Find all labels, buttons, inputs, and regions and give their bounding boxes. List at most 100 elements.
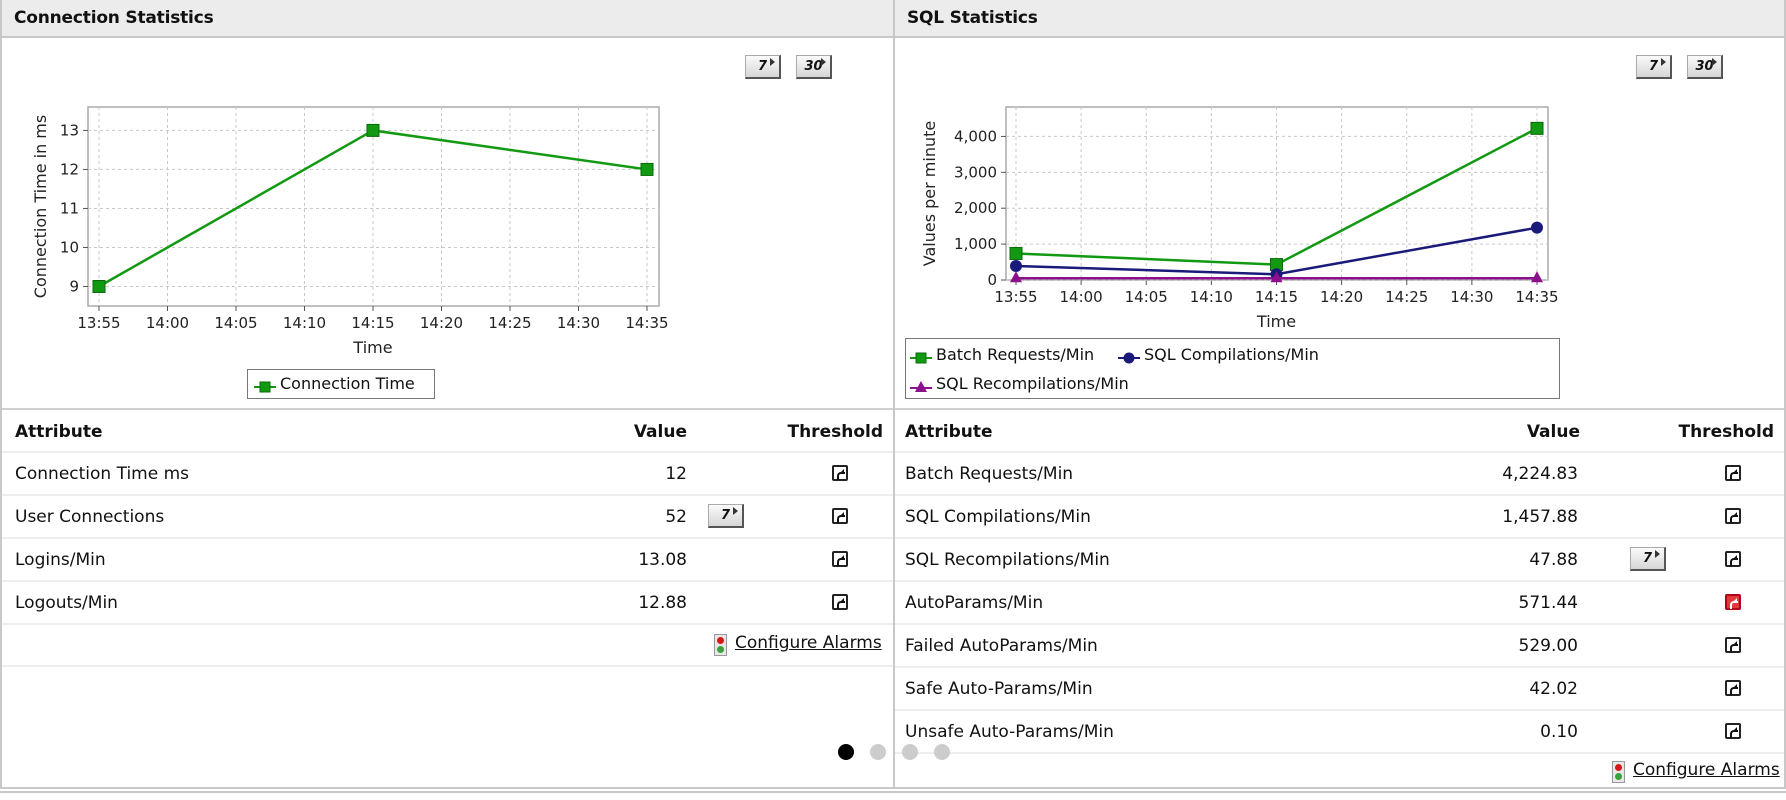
section-divider (895, 408, 1784, 410)
configure-alarms-link[interactable]: Configure Alarms (1633, 760, 1780, 780)
data-point (1530, 121, 1544, 135)
data-point (1531, 221, 1543, 234)
attribute-name: User Connections (15, 507, 165, 527)
attribute-name: Safe Auto-Params/Min (905, 679, 1093, 699)
table-row: Safe Auto-Params/Min 42.02 (895, 667, 1784, 710)
header-attribute: Attribute (905, 422, 993, 442)
threshold-edit-icon[interactable] (832, 594, 848, 610)
y-tick-label: 3,000 (954, 163, 997, 181)
pagination-dot[interactable] (934, 744, 950, 760)
row-divider (2, 665, 893, 667)
y-axis-label: Connection Time in ms (31, 115, 50, 298)
legend-label: SQL Compilations/Min (1144, 345, 1319, 364)
connection-statistics-panel: Connection Statistics 7 30 13:55 14:00 14:… (0, 0, 893, 790)
x-tick-label: 14:30 (1450, 288, 1493, 306)
table-row: Connection Time ms 12 (2, 452, 893, 495)
attribute-value: 529.00 (1518, 636, 1578, 656)
attribute-value: 52 (665, 507, 687, 527)
attribute-value: 571.44 (1518, 593, 1578, 613)
x-tick-label: 14:25 (488, 314, 531, 332)
threshold-edit-icon[interactable] (832, 465, 848, 481)
traffic-light-icon (714, 634, 727, 656)
legend-item-sql-recompilations: SQL Recompilations/Min (910, 374, 1129, 393)
y-tick-label: 11 (60, 199, 79, 217)
x-tick-label: 14:15 (351, 314, 394, 332)
attribute-value: 4,224.83 (1502, 464, 1578, 484)
header-threshold: Threshold (787, 422, 883, 442)
threshold-edit-icon[interactable] (1725, 723, 1741, 739)
attribute-name: Unsafe Auto-Params/Min (905, 722, 1114, 742)
table-row: Batch Requests/Min 4,224.83 (895, 452, 1784, 495)
y-tick-label: 4,000 (954, 127, 997, 145)
attribute-value: 42.02 (1529, 679, 1578, 699)
x-tick-label: 14:15 (1255, 288, 1298, 306)
section-divider (2, 408, 893, 410)
threshold-edit-icon[interactable] (1725, 508, 1741, 524)
attribute-value: 13.08 (638, 550, 687, 570)
attribute-name: Batch Requests/Min (905, 464, 1074, 484)
x-tick-label: 13:55 (77, 314, 120, 332)
x-tick-label: 14:20 (1320, 288, 1363, 306)
attribute-value: 12.88 (638, 593, 687, 613)
header-value: Value (1526, 422, 1580, 442)
x-tick-label: 13:55 (994, 288, 1037, 306)
data-point (1009, 246, 1023, 260)
sql-statistics-panel: SQL Statistics 7 30 13:55 14:00 14:05 14:10… (893, 0, 1786, 790)
table-row: SQL Compilations/Min 1,457.88 (895, 495, 1784, 538)
data-point (1010, 260, 1022, 273)
y-tick-label: 13 (60, 121, 79, 139)
x-tick-label: 14:00 (1060, 288, 1103, 306)
y-tick-label: 9 (69, 277, 79, 295)
pagination-dot[interactable] (838, 744, 854, 760)
header-attribute: Attribute (15, 422, 103, 442)
threshold-edit-icon[interactable] (1725, 551, 1741, 567)
threshold-edit-icon[interactable] (832, 551, 848, 567)
table-row: Logouts/Min 12.88 (2, 581, 893, 624)
attribute-name: Connection Time ms (15, 464, 190, 484)
pagination-dot[interactable] (870, 744, 886, 760)
circle-marker-icon (1118, 349, 1140, 363)
square-marker-icon (254, 378, 276, 392)
table-row: Unsafe Auto-Params/Min 0.10 (895, 710, 1784, 753)
table-row: Failed AutoParams/Min 529.00 (895, 624, 1784, 667)
threshold-edit-icon[interactable] (832, 508, 848, 524)
legend-label: SQL Recompilations/Min (936, 374, 1129, 393)
y-tick-label: 0 (987, 271, 997, 289)
attribute-value: 1,457.88 (1502, 507, 1578, 527)
legend-item-batch-requests: Batch Requests/Min (910, 345, 1094, 364)
table-row: Logins/Min 13.08 (2, 538, 893, 581)
x-axis-label: Time (1256, 312, 1296, 331)
header-value: Value (633, 422, 687, 442)
data-point (640, 162, 654, 176)
threshold-edit-icon[interactable] (1725, 465, 1741, 481)
table-row: AutoParams/Min 571.44 (895, 581, 1784, 624)
x-tick-label: 14:05 (214, 314, 257, 332)
attribute-name: Logouts/Min (15, 593, 118, 613)
threshold-edit-icon[interactable] (1725, 680, 1741, 696)
attribute-name: Failed AutoParams/Min (905, 636, 1098, 656)
x-tick-label: 14:20 (420, 314, 463, 332)
legend-item-connection-time: Connection Time (254, 374, 415, 393)
y-tick-label: 1,000 (954, 235, 997, 253)
x-tick-label: 14:30 (557, 314, 600, 332)
x-tick-label: 14:35 (1515, 288, 1558, 306)
x-tick-label: 14:10 (283, 314, 326, 332)
configure-alarms-link[interactable]: Configure Alarms (735, 633, 882, 653)
threshold-edit-icon[interactable] (1725, 637, 1741, 653)
data-point (92, 279, 106, 293)
period-7-days-button[interactable]: 7 (1630, 547, 1666, 571)
connection-time-chart: 13:55 14:00 14:05 14:10 14:15 14:20 14:25 14:30… (31, 106, 669, 357)
legend-item-sql-compilations: SQL Compilations/Min (1118, 345, 1319, 364)
table-row: SQL Recompilations/Min 47.88 7 (895, 538, 1784, 581)
square-marker-icon (910, 349, 932, 363)
x-tick-label: 14:25 (1385, 288, 1428, 306)
attribute-name: Logins/Min (15, 550, 106, 570)
threshold-alert-icon[interactable] (1725, 594, 1741, 610)
y-tick-label: 10 (60, 238, 79, 256)
attribute-value: 0.10 (1540, 722, 1578, 742)
y-axis-label: Values per minute (920, 121, 939, 266)
pagination-dot[interactable] (902, 744, 918, 760)
period-7-days-button[interactable]: 7 (708, 504, 744, 528)
legend-label: Batch Requests/Min (936, 345, 1095, 364)
attribute-value: 47.88 (1529, 550, 1578, 570)
